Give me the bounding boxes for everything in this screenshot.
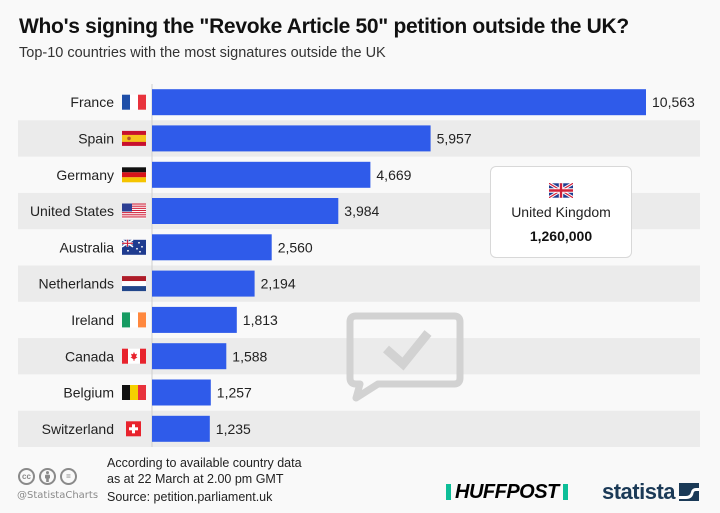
category-label: France xyxy=(70,94,114,110)
creative-commons-icons: cc = xyxy=(18,468,77,485)
value-label: 2,194 xyxy=(261,276,296,292)
statista-handle[interactable]: @StatistaCharts xyxy=(17,490,98,501)
category-label: Netherlands xyxy=(39,276,115,292)
category-label: Canada xyxy=(65,348,114,364)
huffpost-logo-text: HUFFPOST xyxy=(455,481,559,503)
row-stripe xyxy=(18,338,700,375)
bar xyxy=(152,343,227,370)
value-label: 1,257 xyxy=(217,385,252,401)
usa-flag-icon xyxy=(122,203,146,219)
row-stripe xyxy=(18,265,700,302)
bar xyxy=(152,415,210,442)
switzerland-flag-icon xyxy=(126,421,141,437)
statista-logo-icon xyxy=(679,483,700,501)
callout-country: United Kingdom xyxy=(511,204,611,220)
bar xyxy=(152,379,211,406)
ireland-flag-icon xyxy=(122,312,146,328)
cc-icon: cc xyxy=(18,468,35,485)
value-label: 1,588 xyxy=(232,348,267,364)
value-label: 3,984 xyxy=(344,203,379,219)
category-label: Spain xyxy=(78,130,114,146)
france-flag-icon xyxy=(122,94,146,110)
category-label: Belgium xyxy=(63,385,114,401)
huffpost-logo-bar-right xyxy=(562,484,568,500)
footnote-line-1: According to available country data xyxy=(107,456,302,470)
uk-callout: United Kingdom 1,260,000 xyxy=(490,166,632,258)
bar xyxy=(152,234,272,261)
statista-logo[interactable]: statista xyxy=(602,479,700,505)
category-label: Switzerland xyxy=(42,421,114,437)
row-stripe xyxy=(18,410,700,447)
value-label: 2,560 xyxy=(278,239,313,255)
source-text[interactable]: Source: petition.parliament.uk xyxy=(107,490,272,504)
value-label: 5,957 xyxy=(437,130,472,146)
category-label: Germany xyxy=(56,167,114,183)
huffpost-logo-bar-left xyxy=(446,484,451,500)
belgium-flag-icon xyxy=(122,385,146,400)
category-label: United States xyxy=(30,203,114,219)
germany-flag-icon xyxy=(122,167,146,183)
value-label: 4,669 xyxy=(376,167,411,183)
australia-flag-icon xyxy=(121,239,146,255)
canada-flag-icon xyxy=(122,348,146,364)
value-label: 1,813 xyxy=(243,312,278,328)
attribution-icon xyxy=(39,468,56,485)
bar xyxy=(152,161,371,188)
value-label: 10,563 xyxy=(652,94,695,110)
bar xyxy=(152,306,237,333)
category-label: Ireland xyxy=(71,312,114,328)
huffpost-logo[interactable]: HUFFPOST xyxy=(446,481,568,503)
uk-flag-icon xyxy=(548,181,574,200)
footnote: According to available country data as a… xyxy=(107,455,302,487)
callout-value: 1,260,000 xyxy=(529,228,593,244)
bar xyxy=(152,270,255,297)
netherlands-flag-icon xyxy=(122,276,146,292)
bar xyxy=(152,125,431,152)
value-label: 1,235 xyxy=(216,421,251,437)
statista-logo-text: statista xyxy=(602,479,676,504)
bar xyxy=(152,89,646,116)
no-derivatives-icon: = xyxy=(60,468,77,485)
bar xyxy=(152,198,339,224)
spain-flag-icon xyxy=(122,130,146,146)
category-label: Australia xyxy=(60,239,115,255)
footnote-line-2: as at 22 March at 2.00 pm GMT xyxy=(107,472,284,486)
